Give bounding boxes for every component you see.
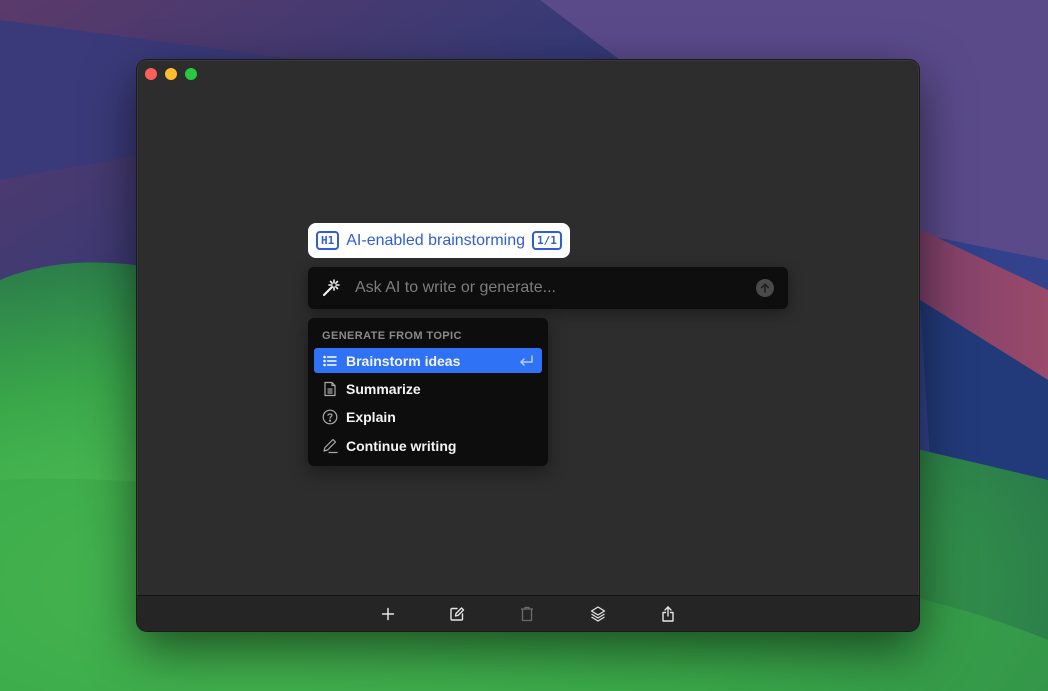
document-icon (322, 381, 338, 397)
menu-item-label: Brainstorm ideas (346, 352, 461, 369)
share-icon (662, 606, 674, 622)
bottom-toolbar (137, 595, 919, 631)
menu-item-label: Explain (346, 408, 396, 425)
heading-text[interactable]: AI-enabled brainstorming (346, 232, 525, 250)
menu-item-continue-writing[interactable]: Continue writing (314, 433, 542, 458)
submit-prompt-button[interactable] (756, 279, 774, 297)
delete-button[interactable] (517, 604, 537, 624)
menu-item-summarize[interactable]: Summarize (314, 376, 542, 401)
layers-icon (590, 606, 606, 622)
edit-icon (450, 607, 465, 621)
pencil-icon (322, 438, 338, 454)
window-controls (145, 68, 197, 80)
layers-button[interactable] (588, 604, 608, 624)
list-icon (322, 353, 338, 369)
ai-suggestions-menu: GENERATE FROM TOPIC Brainstorm ideas Sum… (308, 318, 548, 466)
edit-button[interactable] (447, 604, 467, 624)
match-count-badge: 1/1 (532, 231, 562, 250)
share-button[interactable] (658, 604, 678, 624)
heading-block[interactable]: H1 AI-enabled brainstorming 1/1 (308, 223, 570, 258)
ai-prompt-input[interactable] (353, 278, 756, 298)
maximize-window-button[interactable] (185, 68, 197, 80)
app-window: H1 AI-enabled brainstorming 1/1 GENERATE… (136, 59, 920, 632)
menu-section-header: GENERATE FROM TOPIC (322, 330, 462, 342)
menu-item-explain[interactable]: Explain (314, 404, 542, 429)
menu-item-label: Continue writing (346, 437, 457, 454)
close-window-button[interactable] (145, 68, 157, 80)
arrow-up-icon (760, 283, 769, 293)
ai-prompt-bar (308, 267, 788, 309)
magic-wand-icon (322, 279, 340, 297)
trash-icon (521, 606, 533, 622)
plus-icon (381, 607, 395, 621)
menu-item-label: Summarize (346, 380, 421, 397)
minimize-window-button[interactable] (165, 68, 177, 80)
question-circle-icon (322, 409, 338, 425)
menu-item-brainstorm-ideas[interactable]: Brainstorm ideas (314, 348, 542, 373)
add-button[interactable] (378, 604, 398, 624)
heading-level-badge: H1 (316, 231, 340, 250)
enter-icon (520, 354, 533, 366)
